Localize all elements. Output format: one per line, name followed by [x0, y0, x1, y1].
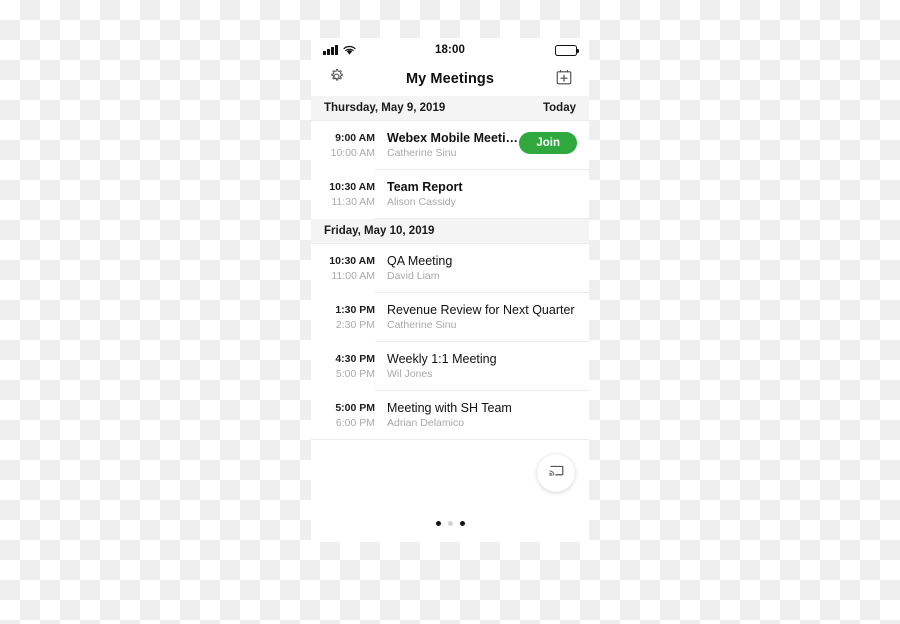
gear-icon — [327, 67, 346, 91]
settings-button[interactable] — [325, 68, 347, 90]
page-indicator[interactable] — [311, 521, 589, 526]
meeting-title: Team Report — [387, 180, 463, 194]
meeting-times: 1:30 PM 2:30 PM — [322, 302, 375, 333]
meeting-times: 10:30 AM 11:30 AM — [322, 179, 375, 210]
meeting-start-time: 10:30 AM — [329, 181, 375, 193]
cast-button[interactable] — [537, 454, 575, 492]
meeting-times: 10:30 AM 11:00 AM — [322, 253, 375, 284]
status-bar-right — [555, 44, 580, 56]
screen-cast-icon — [548, 462, 565, 484]
meeting-start-time: 5:00 PM — [335, 402, 375, 414]
meeting-row[interactable]: 10:30 AM 11:00 AM QA Meeting David Liam — [311, 244, 589, 293]
meeting-host: David Liam — [387, 270, 440, 282]
meeting-host: Wil Jones — [387, 368, 433, 380]
join-button[interactable]: Join — [519, 132, 577, 154]
calendar-plus-icon — [555, 68, 573, 91]
meeting-details: Webex Mobile Meeting Catherine Sinu — [375, 130, 519, 161]
status-bar: 18:00 — [311, 38, 589, 62]
meeting-list[interactable]: Thursday, May 9, 2019 Today 9:00 AM 10:0… — [311, 96, 589, 542]
day-header: Friday, May 10, 2019 — [311, 219, 589, 244]
status-bar-clock: 18:00 — [435, 44, 465, 56]
meeting-start-time: 4:30 PM — [335, 353, 375, 365]
meeting-start-time: 10:30 AM — [329, 255, 375, 267]
day-date-label: Thursday, May 9, 2019 — [324, 102, 446, 114]
meeting-end-time: 11:00 AM — [331, 270, 375, 282]
day-header: Thursday, May 9, 2019 Today — [311, 96, 589, 121]
app-header: My Meetings — [311, 62, 589, 96]
meeting-end-time: 5:00 PM — [335, 368, 375, 380]
meeting-times: 5:00 PM 6:00 PM — [322, 400, 375, 431]
battery-icon — [555, 44, 580, 56]
meeting-title: Webex Mobile Meeting — [387, 131, 520, 145]
today-label: Today — [542, 102, 576, 114]
meeting-details: Team Report Alison Cassidy — [375, 179, 577, 210]
meeting-title: Meeting with SH Team — [387, 401, 512, 415]
meeting-row[interactable]: 5:00 PM 6:00 PM Meeting with SH Team Adr… — [311, 391, 589, 440]
add-meeting-button[interactable] — [553, 68, 575, 90]
meeting-host: Catherine Sinu — [387, 147, 457, 159]
meeting-end-time: 6:00 PM — [335, 417, 375, 429]
meeting-details: Weekly 1:1 Meeting Wil Jones — [375, 351, 577, 382]
meeting-start-time: 9:00 AM — [335, 132, 375, 144]
meeting-details: Meeting with SH Team Adrian Delamico — [375, 400, 577, 431]
meeting-title: Revenue Review for Next Quarter — [387, 303, 575, 317]
meeting-end-time: 2:30 PM — [335, 319, 375, 331]
page-dot-3[interactable] — [459, 521, 465, 526]
meeting-times: 9:00 AM 10:00 AM — [322, 130, 375, 161]
meeting-times: 4:30 PM 5:00 PM — [322, 351, 375, 382]
meeting-end-time: 11:30 AM — [331, 196, 375, 208]
meeting-host: Alison Cassidy — [387, 196, 456, 208]
meeting-host: Adrian Delamico — [387, 417, 465, 429]
meeting-row[interactable]: 9:00 AM 10:00 AM Webex Mobile Meeting Ca… — [311, 121, 589, 170]
meeting-start-time: 1:30 PM — [335, 304, 375, 316]
page-title: My Meetings — [405, 71, 495, 87]
meeting-row[interactable]: 10:30 AM 11:30 AM Team Report Alison Cas… — [311, 170, 589, 219]
meeting-title: Weekly 1:1 Meeting — [387, 352, 497, 366]
meeting-host: Catherine Sinu — [387, 319, 457, 331]
meeting-row[interactable]: 4:30 PM 5:00 PM Weekly 1:1 Meeting Wil J… — [311, 342, 589, 391]
meeting-row[interactable]: 1:30 PM 2:30 PM Revenue Review for Next … — [311, 293, 589, 342]
meeting-end-time: 10:00 AM — [330, 147, 375, 159]
page-dot-2[interactable] — [447, 521, 453, 526]
meeting-details: Revenue Review for Next Quarter Catherin… — [375, 302, 577, 333]
day-date-label: Friday, May 10, 2019 — [324, 225, 435, 237]
phone-screen: 18:00 My Meetings Thursday, May 9, 2019 … — [311, 38, 589, 542]
meeting-title: QA Meeting — [387, 254, 453, 268]
meeting-details: QA Meeting David Liam — [375, 253, 577, 284]
page-dot-1[interactable] — [435, 521, 441, 526]
